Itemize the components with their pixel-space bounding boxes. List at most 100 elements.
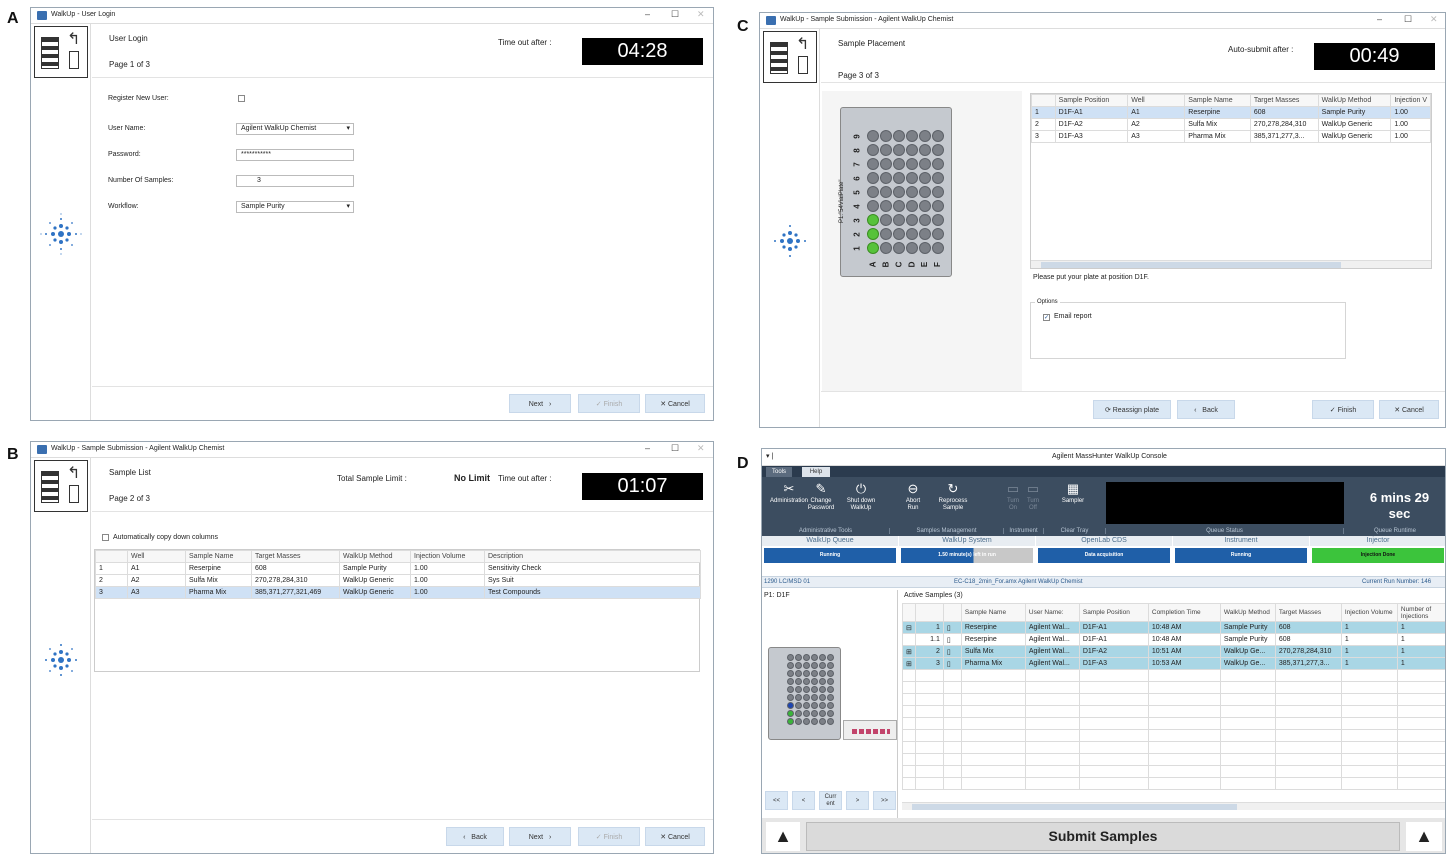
mini-well[interactable] [787,710,794,717]
well[interactable] [906,200,918,212]
table-cell[interactable]: 608 [1249,106,1319,119]
mini-well[interactable] [803,710,810,717]
well[interactable] [893,158,905,170]
mini-well[interactable] [819,710,826,717]
table-cell[interactable]: Pharma Mix [1184,130,1251,143]
tool-button-4[interactable]: ↻ Reprocess Sample [934,480,972,512]
well[interactable] [919,228,931,240]
table-cell[interactable]: 608 [1274,621,1342,634]
table-cell[interactable]: 1 [1396,657,1445,670]
nav-button-3[interactable]: > [846,791,869,810]
maximize-button[interactable]: ☐ [1404,14,1412,25]
mini-well[interactable] [803,670,810,677]
table-cell[interactable]: 270,278,284,310 [251,574,340,587]
password-input[interactable]: *********** [236,149,354,161]
email-checkbox[interactable]: ✓ [1043,314,1050,321]
mini-well[interactable] [795,694,802,701]
well[interactable] [893,228,905,240]
table-row[interactable]: 1 D1F-A1 A1 Reserpine 608 Sample Purity 1.00 [1031,106,1431,119]
mini-well[interactable] [819,670,826,677]
column-header[interactable]: Sample Name [1184,94,1251,107]
column-header[interactable]: Injection V [1390,94,1431,107]
well[interactable] [919,158,931,170]
table-cell[interactable]: 1 [1340,645,1398,658]
table-cell[interactable]: Reserpine [960,633,1026,646]
finish-button[interactable]: ✓ Finish [578,827,640,846]
table-cell[interactable]: D1F-A1 [1078,633,1149,646]
table-cell[interactable]: Agilent Wal... [1024,621,1080,634]
column-header[interactable]: Target Masses [1249,94,1319,107]
column-header[interactable]: Target Masses [251,550,340,563]
mini-well[interactable] [811,694,818,701]
table-row[interactable]: 3 D1F-A3 A3 Pharma Mix 385,371,277,3... WalkU… [1031,130,1431,143]
cancel-button[interactable]: ✕ Cancel [1379,400,1439,419]
table-cell[interactable]: WalkUp Generic [1317,118,1392,131]
table-row[interactable]: ⊞ 3 ▯ Pharma Mix Agilent Wal... D1F-A3 10:53 … [902,657,1445,670]
column-header[interactable]: User Name: [1024,603,1080,622]
well[interactable] [932,214,944,226]
table-cell[interactable]: D1F-A3 [1054,130,1129,143]
table-cell[interactable]: WalkUp Ge... [1219,657,1276,670]
table-cell[interactable]: 3 [1031,130,1056,143]
well[interactable] [880,130,892,142]
table-cell[interactable]: 1 [1340,621,1398,634]
collapse-up-button[interactable]: ▲ [766,822,800,851]
table-cell[interactable]: D1F-A1 [1054,106,1129,119]
table-cell[interactable]: 385,371,277,3... [1274,657,1342,670]
cancel-button[interactable]: ✕ Cancel [645,394,705,413]
table-row[interactable]: 3 A3 Pharma Mix 385,371,277,321,469 WalkUp G… [95,586,701,599]
mini-well[interactable] [811,718,818,725]
well[interactable] [932,144,944,156]
well[interactable] [893,144,905,156]
well[interactable] [880,186,892,198]
table-cell[interactable]: 1.00 [1390,106,1431,119]
table-cell[interactable]: 1.00 [1390,118,1431,131]
table-cell[interactable]: A3 [1127,130,1186,143]
well[interactable] [880,228,892,240]
well[interactable] [919,172,931,184]
mini-well[interactable] [811,670,818,677]
column-header[interactable]: Injection Volume [410,550,485,563]
maximize-button[interactable]: ☐ [671,443,679,454]
well[interactable] [867,200,879,212]
minimize-button[interactable]: – [1377,14,1382,24]
horizontal-scrollbar[interactable] [902,802,1445,810]
mini-well[interactable] [803,718,810,725]
column-header[interactable]: Sample Position [1054,94,1129,107]
register-checkbox[interactable] [238,95,245,102]
well[interactable] [906,186,918,198]
table-cell[interactable]: A1 [127,562,186,575]
tool-button-1[interactable]: ✎ Change Password [802,480,840,512]
column-header[interactable]: Number of Injections [1396,603,1445,622]
mini-well[interactable] [827,662,834,669]
table-row[interactable]: 1.1 ▯ Reserpine Agilent Wal... D1F-A1 10:48 … [902,633,1445,646]
mini-well[interactable] [795,718,802,725]
column-header[interactable] [942,603,962,622]
tool-button-6[interactable]: ▭ Turn Off [1014,480,1052,512]
table-cell[interactable]: 10:48 AM [1147,633,1221,646]
mini-well[interactable] [787,718,794,725]
table-cell[interactable]: Sys Suit [484,574,701,587]
mini-well[interactable] [795,662,802,669]
well[interactable] [919,242,931,254]
table-cell[interactable]: 1 [1031,106,1056,119]
minimize-button[interactable]: – [645,9,650,19]
table-cell[interactable]: 10:48 AM [1147,621,1221,634]
table-cell[interactable]: Reserpine [1184,106,1251,119]
column-header[interactable] [902,603,916,622]
mini-well[interactable] [819,694,826,701]
well-filled[interactable] [867,228,879,240]
table-cell[interactable]: 270,278,284,310 [1274,645,1342,658]
username-select[interactable]: Agilent WalkUp Chemist ▾ [236,123,354,135]
table-cell[interactable]: Sample Purity [1219,633,1276,646]
reassign-plate-button[interactable]: ⟳ Reassign plate [1093,400,1171,419]
table-cell[interactable]: Sample Purity [339,562,411,575]
well[interactable] [880,200,892,212]
table-cell[interactable]: WalkUp Generic [1317,130,1392,143]
table-cell[interactable]: D1F-A2 [1054,118,1129,131]
table-row[interactable]: ⊞ 2 ▯ Sulfa Mix Agilent Wal... D1F-A2 10:51 A… [902,645,1445,658]
mini-well[interactable] [787,670,794,677]
nav-button-4[interactable]: >> [873,791,896,810]
mini-well[interactable] [787,686,794,693]
mini-well[interactable] [803,662,810,669]
